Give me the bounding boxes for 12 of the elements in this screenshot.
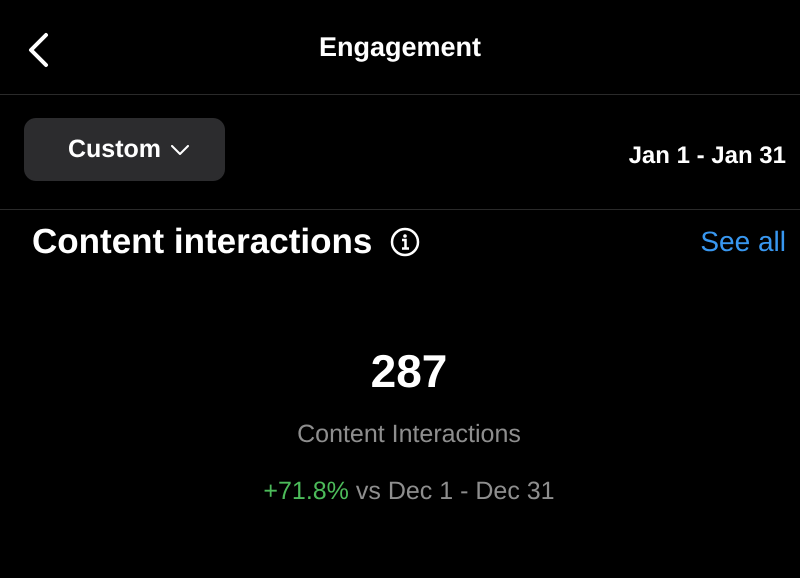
period-dropdown[interactable]: Custom — [24, 118, 225, 181]
section-title: Content interactions — [32, 222, 372, 262]
see-all-link[interactable]: See all — [700, 226, 786, 258]
metric-value: 287 — [370, 344, 448, 398]
page-title: Engagement — [318, 32, 482, 62]
back-button[interactable] — [26, 31, 50, 69]
metric-label: Content Interactions — [297, 420, 521, 449]
chevron-down-icon — [171, 144, 190, 154]
info-icon[interactable] — [390, 227, 420, 257]
date-range: Jan 1 - Jan 31 — [628, 142, 786, 170]
change-percentage: +71.8% — [263, 477, 349, 506]
comparison-period: vs Dec 1 - Dec 31 — [356, 477, 555, 506]
